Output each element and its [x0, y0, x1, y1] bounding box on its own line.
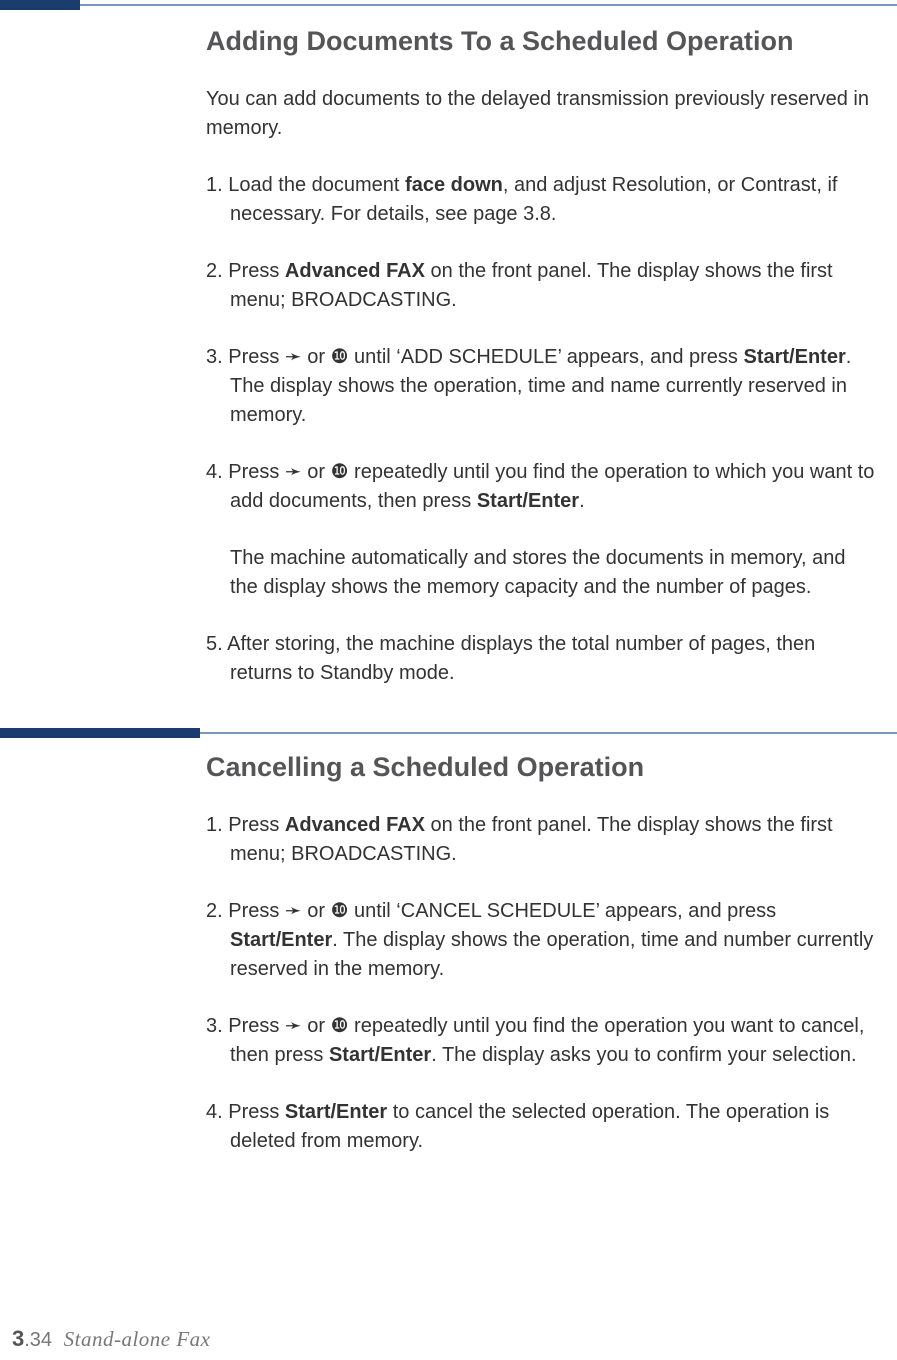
bold: Start/Enter — [743, 346, 845, 368]
page-number: 3.34 — [12, 1329, 52, 1351]
bold: Start/Enter — [285, 1101, 387, 1123]
text: . — [579, 490, 585, 512]
text: 2. Press — [206, 260, 285, 282]
section1-step1: 1. Load the document face down, and adju… — [206, 171, 877, 229]
page-major: 3 — [12, 1326, 24, 1351]
section2-step2: 2. Press ➛ or ❿ until ‘CANCEL SCHEDULE’ … — [206, 897, 877, 984]
divider-bar-dark — [0, 728, 200, 738]
text: 2. Press ➛ or ❿ until ‘CANCEL SCHEDULE’ … — [206, 900, 776, 922]
text: 1. Press — [206, 814, 285, 836]
page-minor: .34 — [24, 1329, 52, 1351]
text: . The display asks you to confirm your s… — [431, 1044, 856, 1066]
bold: Advanced FAX — [285, 260, 425, 282]
bold: face down — [405, 174, 503, 196]
text: 1. Load the document — [206, 174, 405, 196]
bold: Advanced FAX — [285, 814, 425, 836]
section1-step4-cont: The machine automatically and stores the… — [230, 544, 877, 602]
section1-step2: 2. Press Advanced FAX on the front panel… — [206, 257, 877, 315]
page-content: Adding Documents To a Scheduled Operatio… — [206, 20, 877, 1184]
bold: Start/Enter — [329, 1044, 431, 1066]
section2-step3: 3. Press ➛ or ❿ repeatedly until you fin… — [206, 1012, 877, 1070]
chapter-name: Stand-alone Fax — [64, 1327, 211, 1351]
page-footer: 3.34 Stand-alone Fax — [12, 1326, 211, 1352]
section-divider — [0, 722, 877, 742]
section2-step1: 1. Press Advanced FAX on the front panel… — [206, 811, 877, 869]
section1-step4: 4. Press ➛ or ❿ repeatedly until you fin… — [206, 458, 877, 602]
bold: Start/Enter — [230, 929, 332, 951]
text: 3. Press ➛ or ❿ until ‘ADD SCHEDULE’ app… — [206, 346, 743, 368]
section1-step5: 5. After storing, the machine displays t… — [206, 630, 877, 688]
section2-title: Cancelling a Scheduled Operation — [206, 752, 877, 783]
section2-step4: 4. Press Start/Enter to cancel the selec… — [206, 1098, 877, 1156]
text: 4. Press — [206, 1101, 285, 1123]
header-bar-light — [80, 4, 897, 6]
section1-intro: You can add documents to the delayed tra… — [206, 85, 877, 143]
header-bar-dark — [0, 0, 80, 10]
section1-title: Adding Documents To a Scheduled Operatio… — [206, 26, 877, 57]
divider-bar-light — [200, 732, 897, 734]
bold: Start/Enter — [477, 490, 579, 512]
section1-step3: 3. Press ➛ or ❿ until ‘ADD SCHEDULE’ app… — [206, 343, 877, 430]
